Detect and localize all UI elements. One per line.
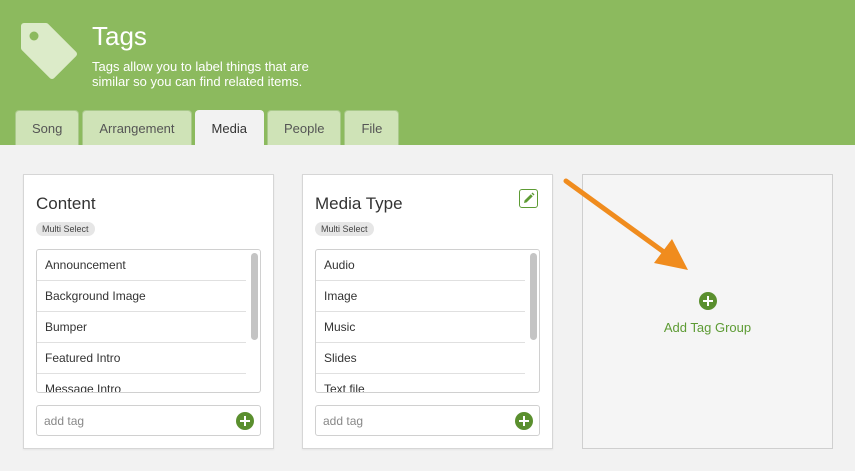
list-scrollbar[interactable] (530, 253, 537, 340)
tag-item[interactable]: Announcement (37, 250, 246, 281)
tag-icon (21, 23, 77, 79)
add-tag-button[interactable] (515, 412, 533, 430)
tag-group-title: Content (36, 194, 96, 213)
page-header: Tags Tags allow you to label things that… (0, 0, 855, 145)
add-tag-group-label[interactable]: Add Tag Group (583, 320, 832, 335)
add-tag-row (315, 405, 540, 436)
tab-people[interactable]: People (266, 110, 342, 145)
tag-group-media-type: Media Type Multi Select Audio Image Musi… (302, 174, 553, 449)
add-tag-input[interactable] (317, 407, 507, 434)
add-tag-button[interactable] (236, 412, 254, 430)
tag-item[interactable]: Image (316, 281, 525, 312)
tab-song[interactable]: Song (15, 110, 80, 145)
tag-list[interactable]: Audio Image Music Slides Text file (315, 249, 540, 393)
page-subtitle: Tags allow you to label things that are … (92, 59, 309, 89)
add-tag-input[interactable] (38, 407, 228, 434)
tab-arrangement[interactable]: Arrangement (82, 110, 192, 145)
plus-circle-icon[interactable] (699, 292, 717, 310)
pencil-icon (524, 192, 535, 203)
edit-group-button[interactable] (519, 189, 538, 208)
tag-item[interactable]: Bumper (37, 312, 246, 343)
list-scrollbar[interactable] (251, 253, 258, 340)
tab-file[interactable]: File (344, 110, 400, 145)
tag-item[interactable]: Audio (316, 250, 525, 281)
annotation-arrow-icon (563, 178, 688, 270)
tag-item[interactable]: Text file (316, 374, 525, 392)
tag-item[interactable]: Slides (316, 343, 525, 374)
multi-select-badge: Multi Select (315, 222, 374, 236)
tag-list[interactable]: Announcement Background Image Bumper Fea… (36, 249, 261, 393)
add-tag-row (36, 405, 261, 436)
multi-select-badge: Multi Select (36, 222, 95, 236)
tab-bar: Song Arrangement Media People File (15, 110, 402, 145)
tag-item[interactable]: Featured Intro (37, 343, 246, 374)
tag-group-title: Media Type (315, 194, 403, 213)
tag-group-content: Content Multi Select Announcement Backgr… (23, 174, 274, 449)
tag-item[interactable]: Background Image (37, 281, 246, 312)
page-title: Tags (92, 21, 147, 51)
tab-media[interactable]: Media (194, 110, 264, 145)
tag-item[interactable]: Message Intro (37, 374, 246, 392)
tag-item[interactable]: Music (316, 312, 525, 343)
